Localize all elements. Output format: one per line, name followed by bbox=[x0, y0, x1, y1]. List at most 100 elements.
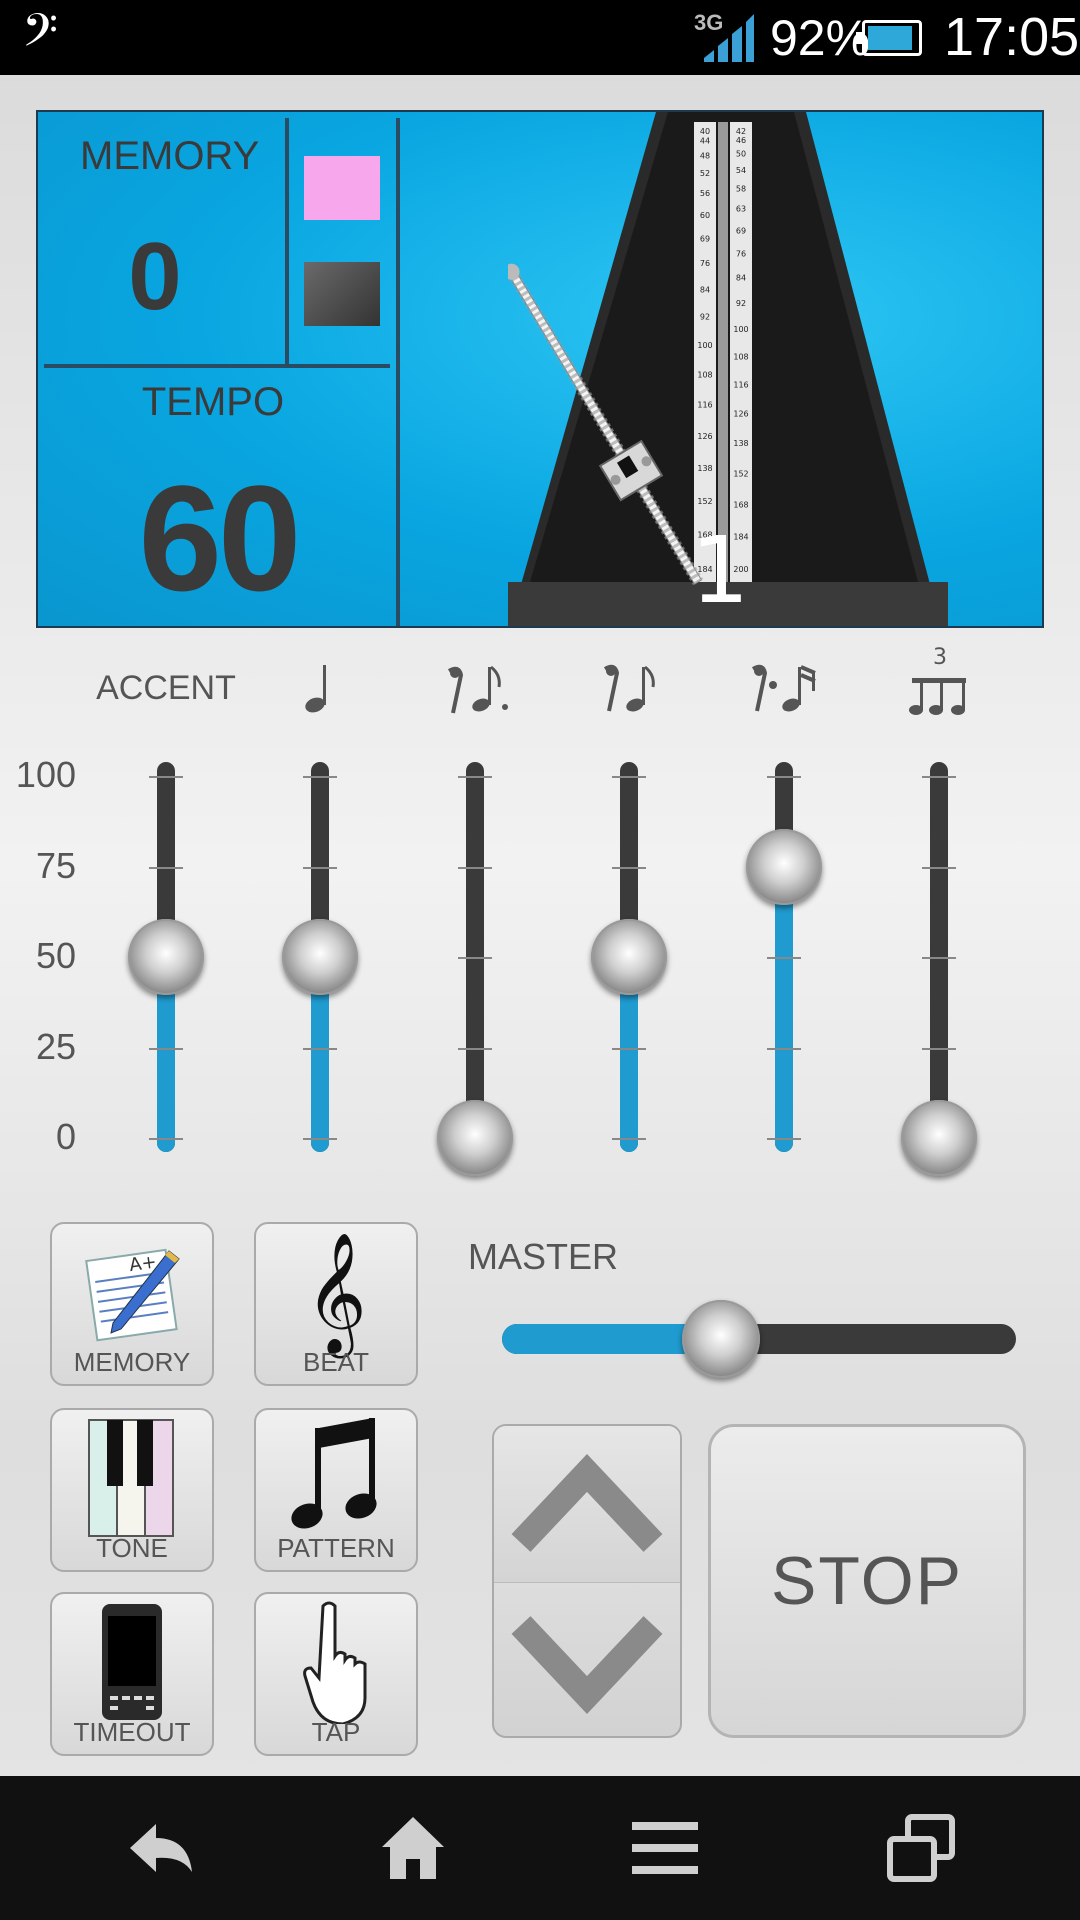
master-volume-label: MASTER bbox=[468, 1236, 619, 1277]
tempo-scale-number: 138 bbox=[733, 439, 748, 448]
stop-button[interactable]: STOP bbox=[708, 1424, 1026, 1738]
tempo-stepper bbox=[492, 1424, 682, 1738]
tempo-scale-number: 168 bbox=[733, 501, 748, 510]
volume-scale-label: 25 bbox=[35, 1025, 76, 1067]
chevron-up-icon bbox=[511, 1454, 663, 1552]
beat-counter: 1 bbox=[691, 517, 750, 624]
piano-keys-icon bbox=[52, 1418, 212, 1538]
tempo-scale-number: 46 bbox=[736, 136, 746, 145]
pattern-button-label: PATTERN bbox=[277, 1533, 395, 1563]
slider-tick bbox=[767, 1047, 801, 1050]
navigation-bar bbox=[0, 1776, 1080, 1920]
slider-tick bbox=[303, 1047, 337, 1050]
beat-button-label: BEAT bbox=[303, 1347, 369, 1377]
tempo-scale-number: 69 bbox=[736, 226, 746, 235]
tempo-up-button[interactable] bbox=[494, 1426, 680, 1583]
tempo-down-button[interactable] bbox=[494, 1583, 680, 1736]
recent-apps-icon[interactable] bbox=[876, 1806, 966, 1890]
quarter-note-icon[interactable] bbox=[290, 660, 352, 716]
timeout-button-label: TIMEOUT bbox=[73, 1717, 191, 1747]
home-icon[interactable] bbox=[368, 1806, 458, 1890]
slider-tick bbox=[922, 776, 956, 778]
volume-scale-label: 0 bbox=[55, 1116, 76, 1157]
pattern-button[interactable]: PATTERN bbox=[254, 1408, 418, 1572]
battery-icon bbox=[856, 20, 922, 56]
tempo-scale-number: 100 bbox=[697, 341, 712, 350]
hand-pointer-icon bbox=[256, 1601, 416, 1724]
slider-knob[interactable] bbox=[128, 919, 204, 995]
slider-tick bbox=[612, 866, 646, 869]
slider-tick bbox=[922, 866, 956, 869]
slider-knob[interactable] bbox=[282, 919, 358, 995]
tempo-scale-number: 56 bbox=[700, 189, 710, 198]
tempo-scale-number: 126 bbox=[733, 409, 748, 418]
slider-knob[interactable] bbox=[901, 1100, 977, 1176]
tempo-scale-number: 92 bbox=[700, 313, 710, 322]
master-volume-knob[interactable] bbox=[682, 1300, 761, 1378]
tempo-scale-number: 54 bbox=[736, 166, 746, 175]
tempo-scale-number: 84 bbox=[700, 285, 710, 294]
tap-button-label: TAP bbox=[311, 1717, 361, 1747]
volume-scale-label: 50 bbox=[35, 935, 76, 976]
tempo-scale-number: 60 bbox=[700, 211, 710, 220]
slider-tick bbox=[767, 1138, 801, 1140]
phone-icon bbox=[52, 1602, 212, 1722]
menu-icon[interactable] bbox=[620, 1806, 710, 1890]
dotted-eighth-note-icon[interactable] bbox=[440, 660, 520, 716]
memory-value: 0 bbox=[128, 223, 182, 330]
tempo-scale-number: 116 bbox=[697, 401, 712, 410]
tone-button[interactable]: TONE bbox=[50, 1408, 214, 1572]
tempo-scale-number: 48 bbox=[700, 151, 710, 160]
beat-button[interactable]: 𝄞 BEAT bbox=[254, 1222, 418, 1386]
slider-tick bbox=[303, 776, 337, 778]
tempo-scale-number: 40 bbox=[700, 127, 710, 136]
tempo-scale-number: 63 bbox=[736, 205, 746, 214]
slider-knob[interactable] bbox=[746, 828, 822, 905]
tempo-scale-number: 84 bbox=[736, 274, 746, 283]
slider-tick bbox=[458, 866, 492, 869]
slider-tick bbox=[149, 1138, 183, 1140]
slider-tick bbox=[458, 776, 492, 778]
timeout-button[interactable]: TIMEOUT bbox=[50, 1592, 214, 1756]
volume-scale-label: 100 bbox=[15, 754, 76, 795]
metronome-graphic: 4044485256606976849210010811612613815216… bbox=[508, 112, 948, 626]
slider-knob[interactable] bbox=[591, 919, 667, 995]
memory-button[interactable]: A+ MEMORY bbox=[50, 1222, 214, 1386]
slider-tick bbox=[458, 1047, 492, 1050]
tempo-scale-number: 69 bbox=[700, 234, 710, 243]
slider-tick bbox=[612, 1138, 646, 1140]
slider-tick bbox=[149, 1047, 183, 1050]
divider bbox=[285, 118, 289, 364]
slider-tick bbox=[149, 866, 183, 869]
tempo-scale-number: 76 bbox=[700, 259, 710, 268]
slider-knob[interactable] bbox=[437, 1100, 513, 1176]
pink-color-swatch[interactable] bbox=[304, 156, 380, 220]
tempo-scale-number: 58 bbox=[736, 184, 746, 193]
tempo-scale-number: 152 bbox=[733, 469, 748, 478]
memory-label: MEMORY bbox=[80, 134, 260, 178]
tempo-scale-number: 138 bbox=[697, 464, 712, 473]
slider-tick bbox=[303, 1138, 337, 1140]
tempo-label: TEMPO bbox=[141, 380, 285, 424]
slider-tick bbox=[149, 776, 183, 778]
tempo-scale-number: 126 bbox=[697, 432, 712, 441]
back-icon[interactable] bbox=[116, 1806, 206, 1890]
chevron-down-icon bbox=[511, 1615, 663, 1714]
tempo-scale-number: 52 bbox=[700, 169, 710, 178]
dark-color-swatch[interactable] bbox=[304, 262, 380, 326]
beamed-notes-icon bbox=[256, 1418, 416, 1538]
triplet-icon[interactable]: 3 bbox=[904, 644, 974, 716]
treble-clef-icon: 𝄞 bbox=[305, 1230, 367, 1353]
tempo-value: 60 bbox=[138, 454, 302, 622]
tempo-scale-number: 108 bbox=[733, 352, 748, 361]
tap-button[interactable]: TAP bbox=[254, 1592, 418, 1756]
divider bbox=[396, 118, 400, 626]
signal-icon bbox=[704, 14, 754, 62]
sixteenth-note-icon[interactable] bbox=[746, 660, 822, 716]
tempo-scale-number: 50 bbox=[736, 150, 746, 159]
volume-scale-label: 75 bbox=[35, 844, 76, 886]
triplet-number: 3 bbox=[933, 645, 947, 670]
status-bar: 𝄢 3G 92% 17:05 bbox=[0, 0, 1080, 75]
tempo-scale-number: 76 bbox=[736, 249, 746, 258]
eighth-note-icon[interactable] bbox=[596, 660, 666, 716]
